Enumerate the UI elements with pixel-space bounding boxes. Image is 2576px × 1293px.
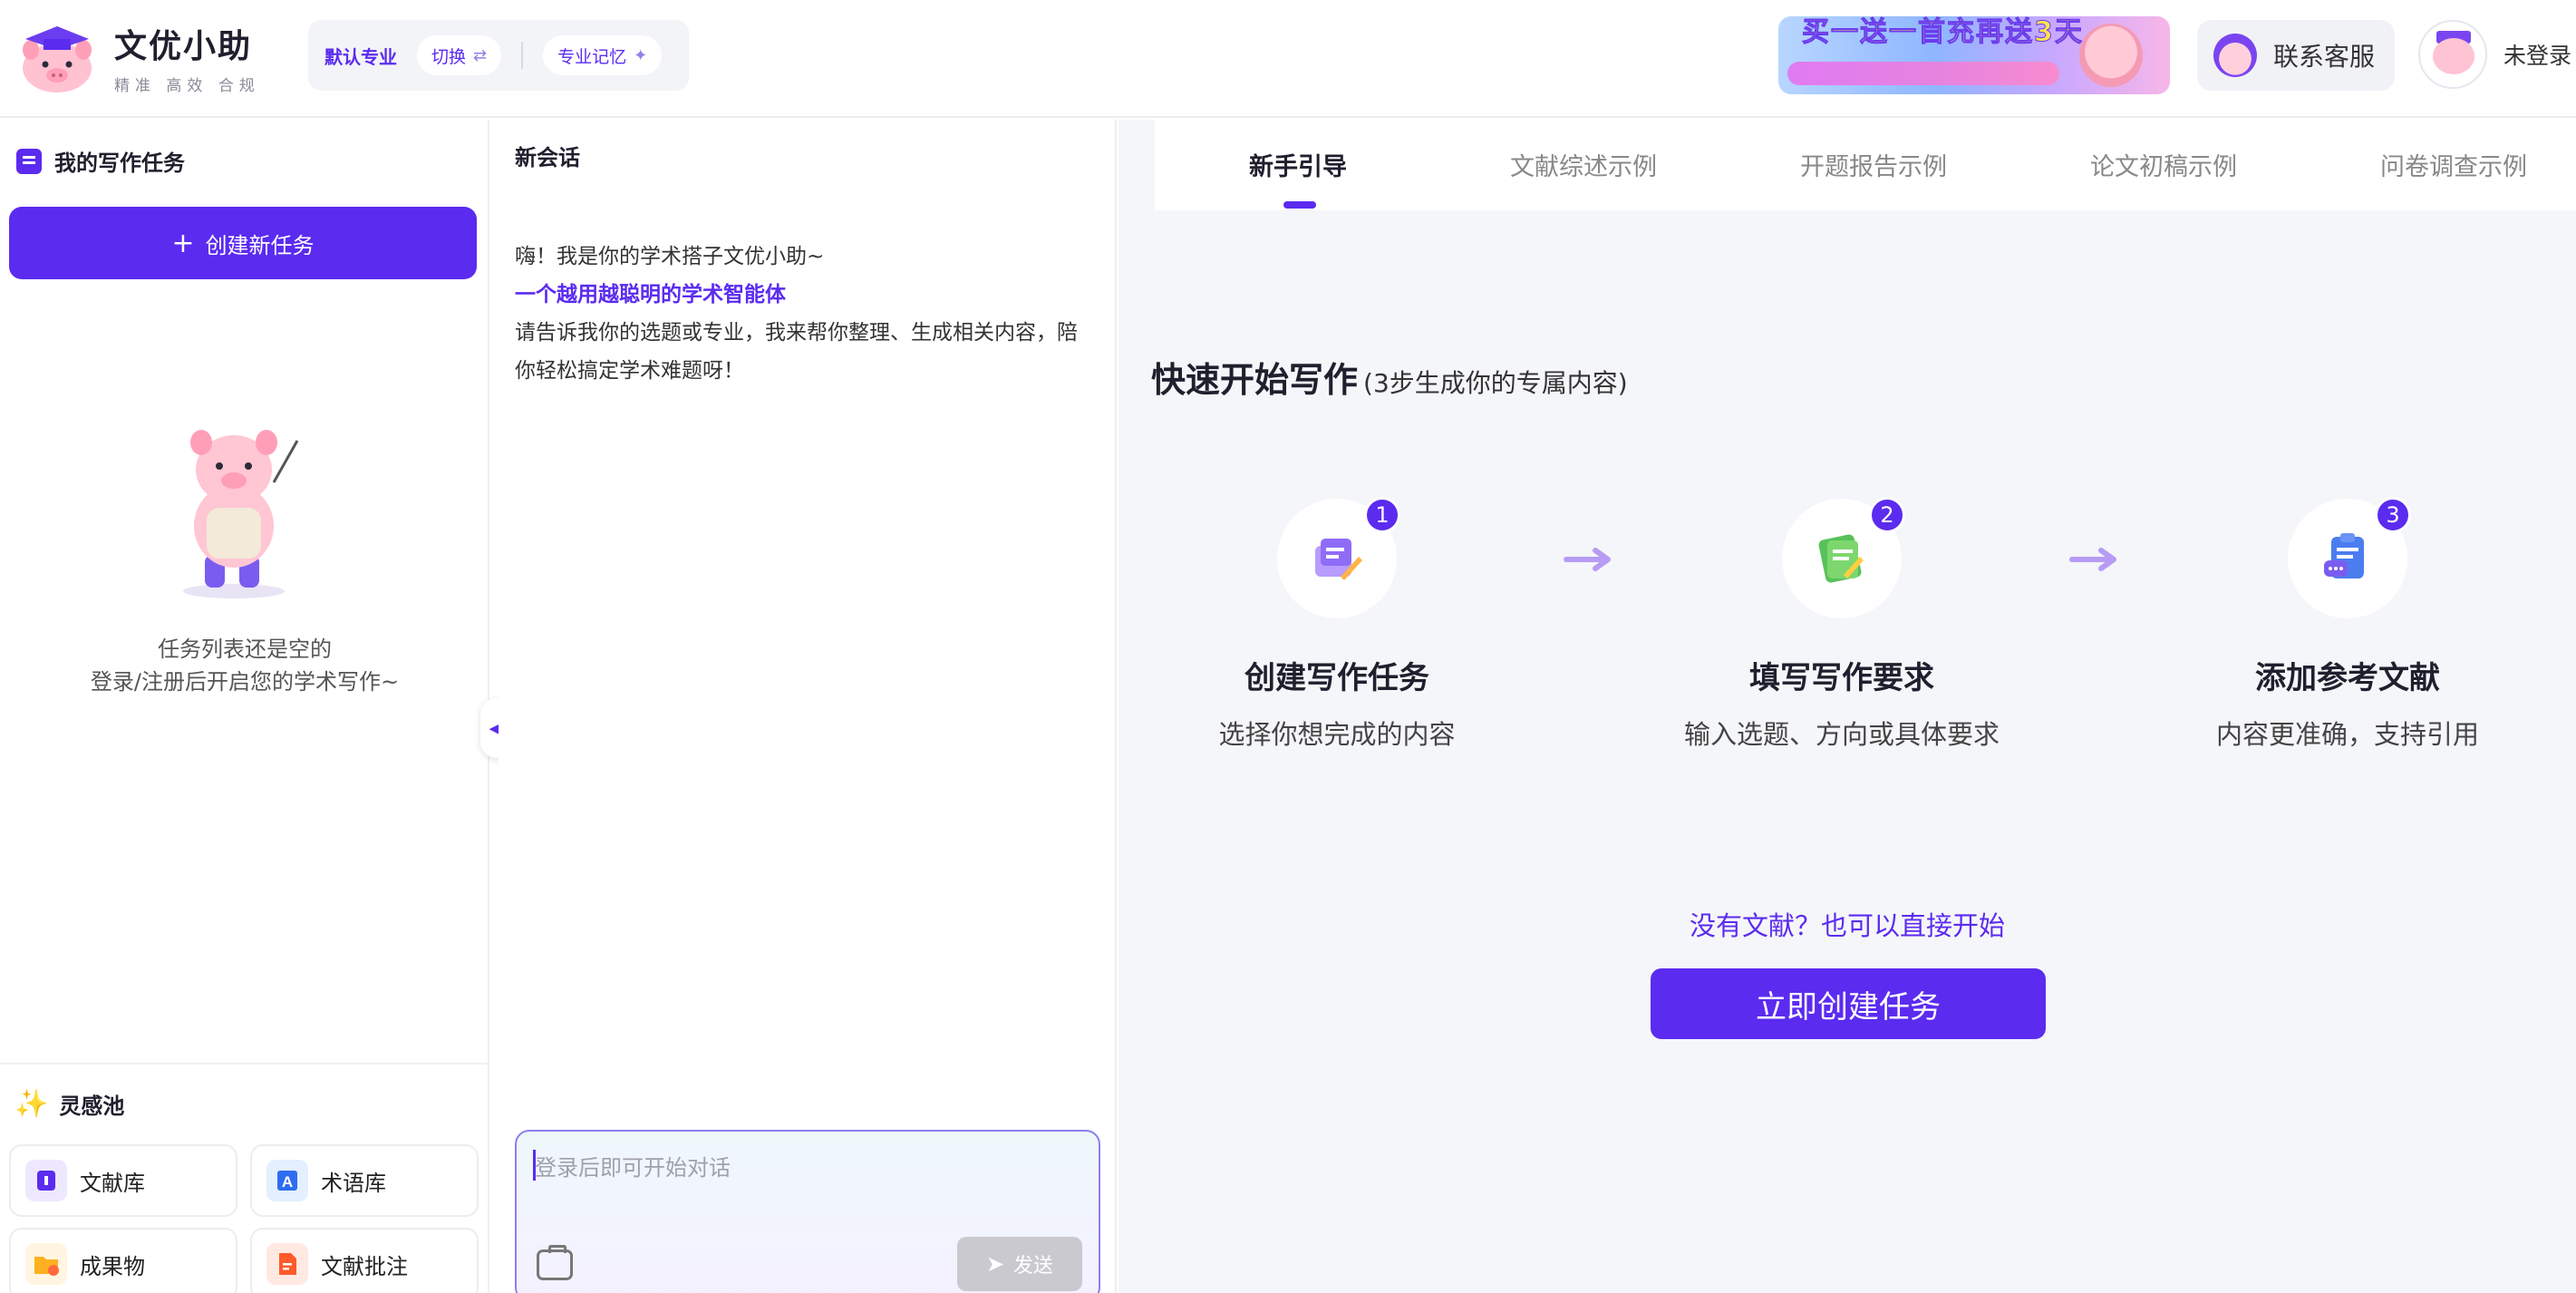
empty-task-text: 任务列表还是空的 登录/注册后开启您的学术写作~ [0,633,489,698]
create-task-button[interactable]: + 创建新任务 [9,207,477,279]
login-area[interactable]: 未登录 [2418,20,2571,89]
user-avatar[interactable] [2418,20,2487,89]
send-button[interactable]: ➤ 发送 [957,1237,1082,1291]
intro-text: 请告诉我你的选题或专业，我来帮你整理、生成相关内容，陪你轻松搞定学术难题呀！ [515,321,1078,383]
task-list-icon [16,148,42,174]
major-memory-button[interactable]: 专业记忆 ✦ [543,35,663,75]
folder-icon [25,1243,67,1285]
tab-beginner-guide[interactable]: 新手引导 [1249,147,1347,182]
brand-name: 文优小助 [114,28,253,65]
tool-term-library[interactable]: A 术语库 [250,1144,479,1217]
promo-banner[interactable]: 买一送一首充再送3天 [1778,16,2170,94]
sidebar-title: 我的写作任务 [16,145,185,177]
task-sidebar: 我的写作任务 + 创建新任务 任务列表还是空的 登录/注册后开启您的学术写作~ … [0,120,489,1293]
brand-slogan: 精准 高效 合规 [114,77,260,95]
fill-requirements-icon [1813,530,1871,588]
step-title: 创建写作任务 [1244,660,1429,696]
step-1-circle: 1 [1277,497,1400,618]
quick-start-title: 快速开始写作 (3步生成你的专属内容) [1151,352,1628,402]
inspiration-title-text: 灵感池 [59,1094,125,1119]
quick-start-subtitle: (3步生成你的专属内容) [1363,368,1628,398]
switch-major-button[interactable]: 切换 ⇄ [417,35,502,75]
step-title: 添加参考文献 [2255,660,2440,696]
memory-label: 专业记忆 [557,46,627,67]
highlight-text: 一个越用越聪明的学术智能体 [515,283,786,306]
tab-paper-draft[interactable]: 论文初稿示例 [2090,147,2237,182]
step-3-circle: 3 [2288,497,2411,618]
tool-literature-annotation[interactable]: 文献批注 [250,1228,479,1293]
chat-title: 新会话 [515,145,580,170]
chat-panel: 新会话 嗨！我是你的学术搭子文优小助~ 一个越用越聪明的学术智能体 请告诉我你的… [499,120,1117,1293]
switch-label: 切换 [431,46,467,67]
arrow-right-icon [2069,548,2116,571]
tool-literature-library[interactable]: 文献库 [9,1144,237,1217]
add-references-icon [2319,530,2377,588]
book-icon [25,1160,67,1201]
pig-logo-icon [18,23,96,93]
inspiration-pool: ✨ 灵感池 [0,1063,489,1120]
tab-literature-review[interactable]: 文献综述示例 [1510,147,1657,182]
service-label: 联系客服 [2273,42,2376,72]
tool-label: 成果物 [80,1253,145,1279]
banner-strip [1787,62,2059,85]
step-2-circle: 2 [1782,497,1905,618]
swap-icon: ⇄ [473,45,488,65]
example-tabs: 新手引导 文献综述示例 开题报告示例 论文初稿示例 问卷调查示例 [1155,120,2576,210]
empty-pig-illustration [161,419,306,600]
step-desc: 内容更准确，支持引用 [2215,719,2479,750]
step-number: 3 [2375,497,2411,533]
divider [521,42,524,69]
chat-input-box[interactable]: 登录后即可开始对话 ➤ 发送 [515,1130,1100,1293]
chat-input-placeholder[interactable]: 登录后即可开始对话 [535,1150,731,1181]
quick-start-heading: 快速开始写作 [1151,360,1359,400]
tool-label: 文献库 [80,1170,145,1196]
greeting-text: 嗨！我是你的学术搭子文优小助~ [515,245,825,268]
tool-outputs[interactable]: 成果物 [9,1228,237,1293]
step-desc: 输入选题、方向或具体要求 [1683,719,2000,750]
empty-line-1: 任务列表还是空的 [158,637,332,662]
term-icon: A [266,1160,308,1201]
banner-text: 买一送一首充再送3天 [1802,16,2084,49]
top-header: 文优小助 精准 高效 合规 默认专业 切换 ⇄ 专业记忆 ✦ 买一送一首充再送3… [0,0,2576,118]
major-selector: 默认专业 切换 ⇄ 专业记忆 ✦ [308,20,689,91]
sparkles-icon: ✨ [15,1088,49,1120]
tool-label: 术语库 [321,1170,386,1196]
create-task-now-button[interactable]: 立即创建任务 [1651,968,2046,1039]
plus-icon: + [171,227,195,259]
svg-text:A: A [282,1173,293,1191]
send-label: 发送 [1013,1255,1054,1278]
step-1: 1 创建写作任务 选择你想完成的内容 [1156,497,1518,752]
active-tab-indicator [1283,201,1316,209]
service-avatar-icon [2213,34,2257,77]
brand[interactable]: 文优小助 精准 高效 合规 [18,20,260,95]
banner-pig-icon [2079,24,2143,87]
create-task-label: 创建新任务 [205,232,315,258]
step-number: 1 [1364,497,1400,533]
guide-panel: 新手引导 文献综述示例 开题报告示例 论文初稿示例 问卷调查示例 快速开始写作(… [1119,120,2576,1293]
step-2: 2 填写写作要求 输入选题、方向或具体要求 [1661,497,2023,752]
avatar-face [2433,38,2474,74]
send-icon: ➤ [985,1251,1005,1277]
step-desc: 选择你想完成的内容 [1218,719,1456,750]
tool-label: 文献批注 [321,1253,408,1279]
tab-proposal-report[interactable]: 开题报告示例 [1800,147,1947,182]
tab-questionnaire[interactable]: 问卷调查示例 [2380,147,2527,182]
contact-service-button[interactable]: 联系客服 [2197,20,2395,91]
toolbox-icon[interactable] [537,1245,573,1280]
login-status[interactable]: 未登录 [2503,38,2571,71]
step-title: 填写写作要求 [1749,660,1934,696]
assistant-message: 嗨！我是你的学术搭子文优小助~ 一个越用越聪明的学术智能体 请告诉我你的选题或专… [515,238,1086,390]
no-literature-link[interactable]: 没有文献？也可以直接开始 [1119,905,2576,943]
annotate-icon [266,1243,308,1285]
sparkle-icon: ✦ [634,45,648,65]
step-number: 2 [1869,497,1905,533]
inspiration-title: ✨ 灵感池 [15,1088,489,1120]
sidebar-title-text: 我的写作任务 [54,151,185,176]
empty-line-2: 登录/注册后开启您的学术写作~ [90,669,400,695]
create-task-icon [1308,530,1366,588]
arrow-right-icon [1564,548,1611,571]
default-major-label: 默认专业 [324,45,397,68]
step-3: 3 添加参考文献 内容更准确，支持引用 [2166,497,2529,752]
